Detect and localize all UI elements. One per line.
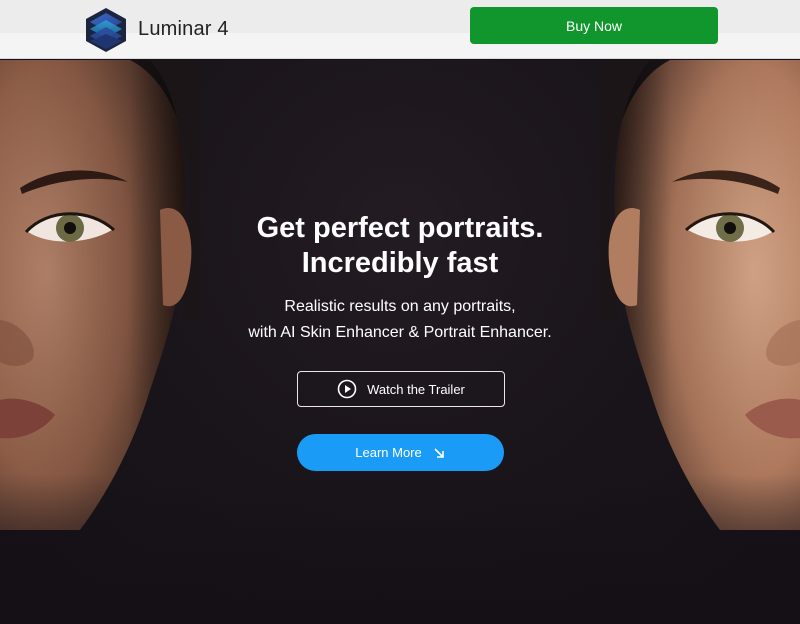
learn-more-label: Learn More bbox=[355, 445, 422, 460]
watch-trailer-label: Watch the Trailer bbox=[367, 381, 465, 397]
headline-line-2: Incredibly fast bbox=[301, 247, 499, 279]
arrow-down-right-icon bbox=[434, 447, 444, 458]
subline-line-1: Realistic results on any portraits, bbox=[284, 298, 516, 315]
headline-line-1: Get perfect portraits. bbox=[256, 212, 544, 244]
watch-trailer-button[interactable]: Watch the Trailer bbox=[297, 371, 505, 407]
hero-headline: Get perfect portraits. Incredibly fast bbox=[0, 211, 800, 281]
play-circle-icon bbox=[337, 379, 357, 399]
subline-line-2: with AI Skin Enhancer & Portrait Enhance… bbox=[248, 324, 552, 341]
luminar-logo-icon[interactable] bbox=[84, 7, 128, 53]
brand-name[interactable]: Luminar 4 bbox=[138, 18, 229, 41]
hero-bottom-fade bbox=[0, 474, 800, 624]
site-header: Luminar 4 Buy Now bbox=[0, 0, 800, 59]
hero-subheadline: Realistic results on any portraits, with… bbox=[0, 294, 800, 346]
buy-now-button[interactable]: Buy Now bbox=[470, 7, 718, 44]
hero-section: Get perfect portraits. Incredibly fast R… bbox=[0, 60, 800, 624]
learn-more-button[interactable]: Learn More bbox=[297, 434, 504, 471]
